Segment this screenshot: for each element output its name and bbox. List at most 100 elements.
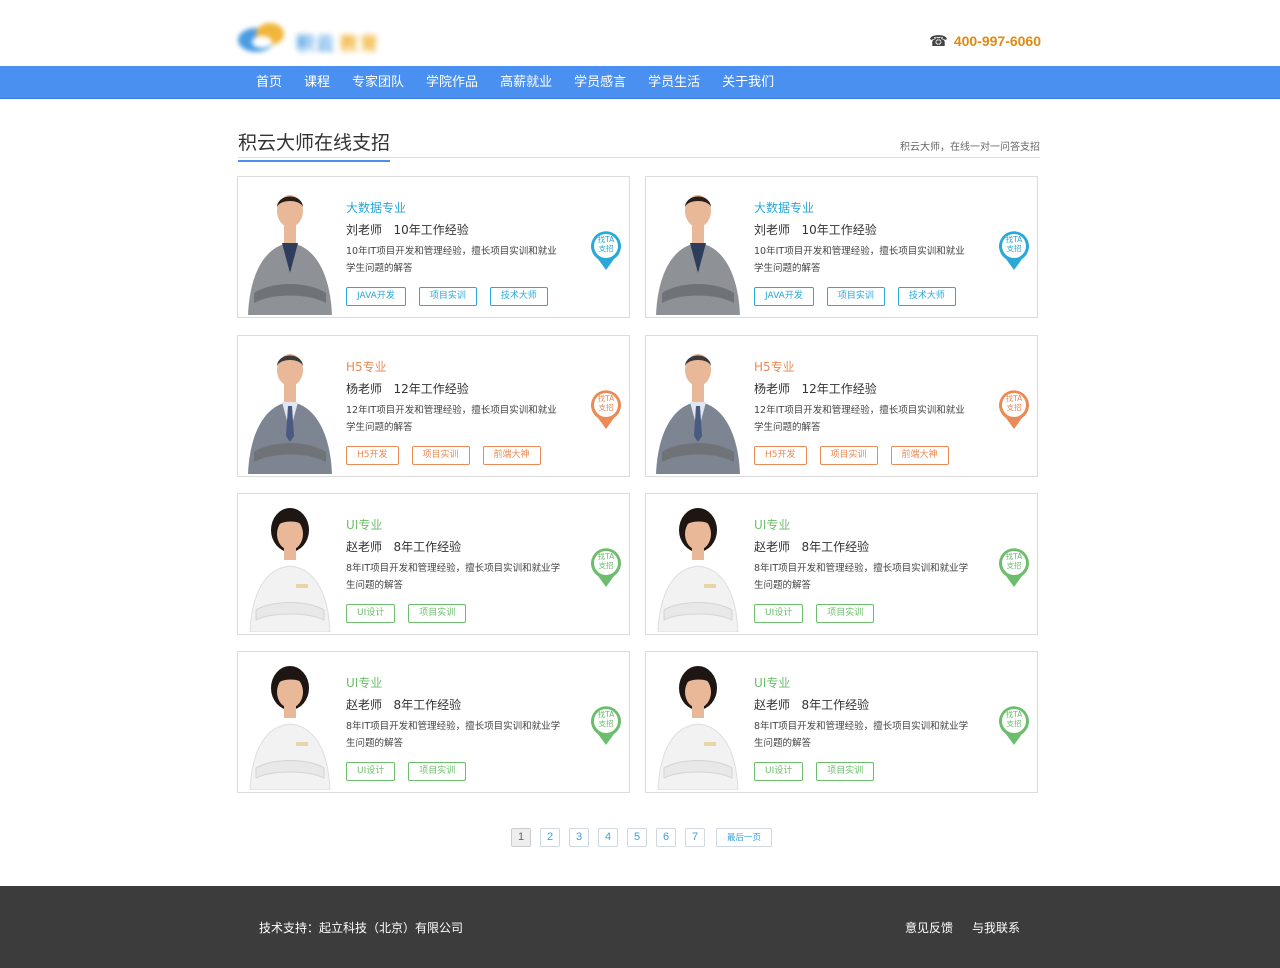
ask-teacher-pin-icon[interactable]: 找TA 支招	[589, 227, 623, 271]
teacher-name-experience: 杨老师 12年工作经验	[754, 382, 877, 396]
skill-tag[interactable]: 项目实训	[816, 604, 875, 623]
ask-teacher-pin-icon[interactable]: 找TA 支招	[589, 386, 623, 430]
ask-teacher-pin-icon[interactable]: 找TA 支招	[589, 544, 623, 588]
ask-teacher-label-line: 找TA	[1005, 235, 1023, 244]
teacher-card[interactable]: UI专业 赵老师 8年工作经验 8年IT项目开发和管理经验，擅长项目实训和就业学生问…	[237, 651, 630, 793]
page-button-6[interactable]: 6	[656, 828, 676, 847]
teacher-major[interactable]: H5专业	[754, 358, 795, 375]
copyright-text: 技术支持：起立科技（北京）有限公司	[259, 921, 464, 935]
nav-item-7[interactable]: 关于我们	[711, 66, 785, 99]
last-page-button[interactable]: 最后一页	[716, 828, 772, 847]
skill-tag[interactable]: 技术大师	[489, 287, 548, 306]
nav-item-3[interactable]: 学院作品	[415, 66, 489, 99]
ask-teacher-label-line: 找TA	[597, 552, 615, 561]
ask-teacher-label: 找TA 支招	[997, 235, 1031, 253]
page-button-1[interactable]: 1	[511, 828, 531, 847]
skill-tag[interactable]: UI设计	[346, 762, 396, 781]
teacher-photo	[650, 181, 746, 315]
ask-teacher-label-line: 找TA	[597, 394, 615, 403]
footer-link[interactable]: 意见反馈	[905, 919, 953, 936]
teacher-tags: UI设计 项目实训	[346, 762, 467, 781]
nav-item-2[interactable]: 专家团队	[341, 66, 415, 99]
ask-teacher-label: 找TA 支招	[589, 235, 623, 253]
phone-number: 400-997-6060	[953, 33, 1041, 49]
teacher-major[interactable]: 大数据专业	[346, 199, 406, 216]
teacher-card[interactable]: H5专业 杨老师 12年工作经验 12年IT项目开发和管理经验，擅长项目实训和就业学…	[237, 335, 630, 477]
teacher-photo	[242, 340, 338, 474]
teacher-photo	[650, 656, 746, 791]
ask-teacher-label-line: 找TA	[1005, 710, 1023, 719]
skill-tag[interactable]: 项目实训	[408, 604, 467, 623]
teacher-name-experience: 赵老师 8年工作经验	[754, 540, 870, 554]
ask-teacher-label-line: 支招	[1006, 244, 1022, 253]
teacher-card[interactable]: H5专业 杨老师 12年工作经验 12年IT项目开发和管理经验，擅长项目实训和就业学…	[645, 335, 1038, 477]
teacher-photo	[242, 498, 338, 633]
skill-tag[interactable]: UI设计	[754, 762, 804, 781]
cloud-logo-icon	[238, 23, 284, 52]
nav-item-4[interactable]: 高薪就业	[489, 66, 563, 99]
teacher-tags: H5开发 项目实训 前端大神	[754, 446, 949, 465]
page-button-3[interactable]: 3	[569, 828, 589, 847]
teacher-card[interactable]: UI专业 赵老师 8年工作经验 8年IT项目开发和管理经验，擅长项目实训和就业学生问…	[645, 493, 1038, 635]
ask-teacher-pin-icon[interactable]: 找TA 支招	[997, 544, 1031, 588]
page-button-2[interactable]: 2	[540, 828, 560, 847]
page-button-4[interactable]: 4	[598, 828, 618, 847]
logo-text-a: 积云	[296, 34, 336, 55]
teacher-major[interactable]: H5专业	[346, 358, 387, 375]
teacher-photo	[242, 181, 338, 315]
skill-tag[interactable]: JAVA开发	[754, 287, 814, 306]
footer-link[interactable]: 与我联系	[972, 919, 1020, 936]
teacher-photo	[650, 498, 746, 633]
ask-teacher-pin-icon[interactable]: 找TA 支招	[589, 702, 623, 746]
skill-tag[interactable]: UI设计	[346, 604, 396, 623]
teacher-major[interactable]: UI专业	[754, 674, 790, 691]
teacher-major[interactable]: UI专业	[754, 516, 790, 533]
skill-tag[interactable]: 项目实训	[826, 287, 885, 306]
skill-tag[interactable]: UI设计	[754, 604, 804, 623]
nav-item-0[interactable]: 首页	[245, 66, 293, 99]
ask-teacher-pin-icon[interactable]: 找TA 支招	[997, 702, 1031, 746]
teacher-card[interactable]: UI专业 赵老师 8年工作经验 8年IT项目开发和管理经验，擅长项目实训和就业学生问…	[237, 493, 630, 635]
ask-teacher-label-line: 支招	[1006, 561, 1022, 570]
skill-tag[interactable]: 项目实训	[408, 762, 467, 781]
ask-teacher-pin-icon[interactable]: 找TA 支招	[997, 227, 1031, 271]
header: 积云 教育 ☎ 400-997-6060	[0, 0, 1280, 66]
section-subtitle: 积云大师，在线一对一问答支招	[900, 142, 1040, 153]
nav-item-6[interactable]: 学员生活	[637, 66, 711, 99]
skill-tag[interactable]: 前端大神	[482, 446, 541, 465]
skill-tag[interactable]: 技术大师	[897, 287, 956, 306]
teacher-description: 12年IT项目开发和管理经验，擅长项目实训和就业学生问题的解答	[346, 405, 557, 433]
skill-tag[interactable]: 项目实训	[411, 446, 470, 465]
site-logo[interactable]: 积云 教育	[236, 18, 396, 58]
nav-item-1[interactable]: 课程	[293, 66, 341, 99]
ask-teacher-label: 找TA 支招	[997, 710, 1031, 728]
page-button-5[interactable]: 5	[627, 828, 647, 847]
main-nav: 首页 课程 专家团队 学院作品 高薪就业 学员感言 学员生活 关于我们	[0, 66, 1280, 99]
teacher-major[interactable]: 大数据专业	[754, 199, 814, 216]
teacher-description: 8年IT项目开发和管理经验，擅长项目实训和就业学生问题的解答	[346, 563, 561, 591]
nav-item-5[interactable]: 学员感言	[563, 66, 637, 99]
ask-teacher-label-line: 找TA	[1005, 394, 1023, 403]
ask-teacher-label: 找TA 支招	[589, 710, 623, 728]
skill-tag[interactable]: 项目实训	[816, 762, 875, 781]
teacher-description: 10年IT项目开发和管理经验，擅长项目实训和就业学生问题的解答	[346, 246, 557, 274]
skill-tag[interactable]: 前端大神	[890, 446, 949, 465]
ask-teacher-label: 找TA 支招	[997, 552, 1031, 570]
skill-tag[interactable]: 项目实训	[418, 287, 477, 306]
skill-tag[interactable]: 项目实训	[819, 446, 878, 465]
teacher-name-experience: 刘老师 10年工作经验	[754, 223, 877, 237]
teacher-card[interactable]: UI专业 赵老师 8年工作经验 8年IT项目开发和管理经验，擅长项目实训和就业学生问…	[645, 651, 1038, 793]
teacher-card[interactable]: 大数据专业 刘老师 10年工作经验 10年IT项目开发和管理经验，擅长项目实训和就业…	[237, 176, 630, 318]
teacher-major[interactable]: UI专业	[346, 674, 382, 691]
skill-tag[interactable]: JAVA开发	[346, 287, 406, 306]
ask-teacher-label: 找TA 支招	[589, 552, 623, 570]
teacher-card[interactable]: 大数据专业 刘老师 10年工作经验 10年IT项目开发和管理经验，擅长项目实训和就业…	[645, 176, 1038, 318]
page-button-7[interactable]: 7	[685, 828, 705, 847]
ask-teacher-label-line: 支招	[1006, 719, 1022, 728]
ask-teacher-label-line: 找TA	[1005, 552, 1023, 561]
ask-teacher-pin-icon[interactable]: 找TA 支招	[997, 386, 1031, 430]
skill-tag[interactable]: H5开发	[346, 446, 399, 465]
teacher-major[interactable]: UI专业	[346, 516, 382, 533]
teacher-description: 8年IT项目开发和管理经验，擅长项目实训和就业学生问题的解答	[754, 721, 969, 749]
skill-tag[interactable]: H5开发	[754, 446, 807, 465]
